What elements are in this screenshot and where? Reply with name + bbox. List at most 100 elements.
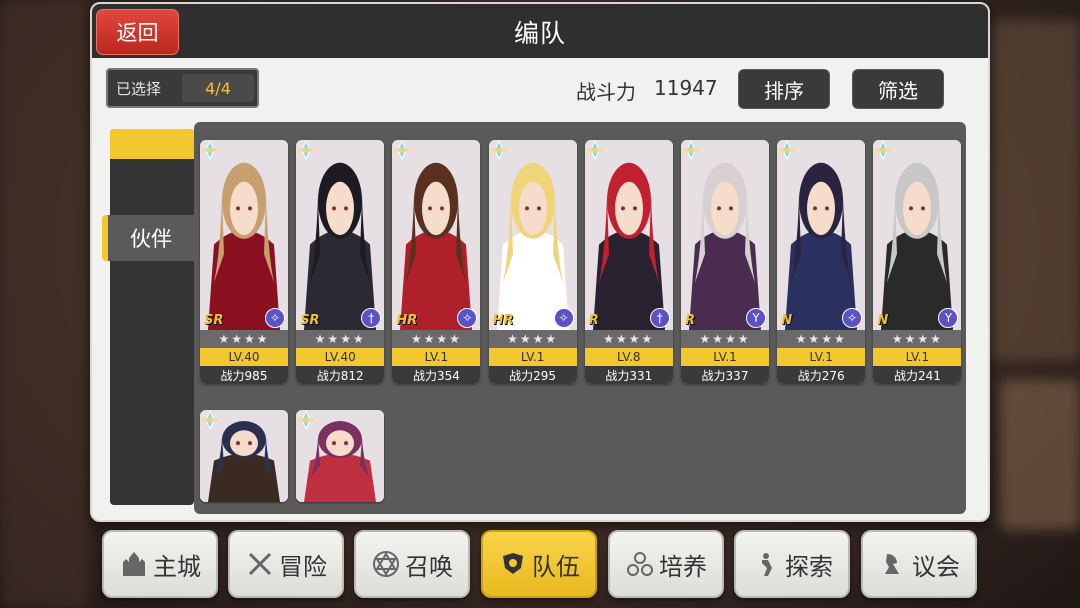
nav-council[interactable]: 议会	[861, 530, 977, 598]
character-portrait	[200, 410, 288, 502]
rarity-badge: N	[877, 313, 889, 328]
star-rating: ★★★★	[681, 330, 769, 348]
character-card[interactable]	[296, 410, 385, 502]
star-rating: ★★★★	[873, 330, 962, 348]
nav-label: 探索	[785, 552, 833, 581]
page-title: 编队	[513, 19, 566, 48]
level-label: LV.1	[681, 348, 769, 366]
nav-adventure[interactable]: 冒险	[228, 530, 344, 598]
character-grid: SR ✧ ★★★★ LV.40 战力985 SR † ★★★★ LV.40 战力…	[194, 122, 966, 514]
nav-label: 培养	[659, 552, 707, 581]
nav-label: 议会	[912, 552, 960, 581]
title-bar: 返回 编队	[92, 4, 988, 58]
character-portrait: SR ✧	[200, 140, 288, 330]
swords-icon	[245, 549, 275, 579]
character-card[interactable]: N Y ★★★★ LV.1 战力241	[873, 140, 962, 384]
category-rail: 伙伴	[102, 129, 194, 505]
power-label: 战力241	[873, 366, 962, 384]
character-card[interactable]: N ✧ ★★★★ LV.1 战力276	[777, 140, 866, 384]
character-card[interactable]: SR ✧ ★★★★ LV.40 战力985	[200, 140, 288, 384]
nav-team[interactable]: 队伍	[481, 530, 597, 598]
rarity-badge: HR	[396, 313, 418, 328]
element-icon	[297, 140, 316, 160]
character-portrait: HR ✧	[392, 140, 481, 330]
nav-main-city[interactable]: 主城	[102, 530, 218, 598]
character-card[interactable]: HR ✧ ★★★★ LV.1 战力295	[488, 140, 577, 384]
element-icon	[585, 140, 604, 160]
nav-summon[interactable]: 召唤	[354, 530, 470, 598]
team-power-label: 战斗力	[576, 80, 636, 104]
element-icon	[682, 140, 700, 160]
character-card[interactable]: R † ★★★★ LV.8 战力331	[584, 140, 673, 384]
character-card[interactable]	[200, 410, 288, 502]
sort-button[interactable]: 排序	[738, 69, 830, 109]
magic-icon: ✧	[553, 308, 574, 328]
level-label: LV.1	[873, 348, 962, 366]
character-portrait: HR ✧	[488, 140, 577, 330]
element-icon	[297, 410, 316, 430]
rarity-badge: SR	[204, 313, 224, 328]
character-portrait: N ✧	[777, 140, 866, 330]
level-label: LV.1	[777, 348, 866, 366]
element-icon	[874, 140, 893, 160]
power-label: 战力276	[777, 366, 866, 384]
character-portrait	[296, 410, 385, 502]
character-portrait: N Y	[873, 140, 962, 330]
element-icon	[201, 410, 219, 430]
nav-label: 队伍	[532, 552, 580, 581]
team-icon	[498, 549, 528, 579]
rarity-badge: HR	[492, 313, 514, 328]
hexagram-icon	[371, 549, 401, 579]
star-rating: ★★★★	[777, 330, 866, 348]
level-label: LV.40	[296, 348, 385, 366]
character-card[interactable]: HR ✧ ★★★★ LV.1 战力354	[392, 140, 481, 384]
star-rating: ★★★★	[584, 330, 673, 348]
team-panel: 返回 编队 已选择 4/4 战斗力 11947 排序 筛选 伙伴 SR ✧ ★★…	[90, 2, 990, 522]
rarity-badge: SR	[300, 313, 320, 328]
rarity-badge: N	[781, 313, 793, 328]
power-label: 战力337	[681, 366, 769, 384]
selected-value: 4/4	[182, 74, 254, 102]
power-label: 战力985	[200, 366, 288, 384]
nav-label: 主城	[153, 552, 201, 581]
nav-label: 冒险	[279, 552, 327, 581]
character-portrait: R †	[584, 140, 673, 330]
level-label: LV.8	[584, 348, 673, 366]
rarity-badge: R	[588, 313, 599, 328]
team-power-value: 11947	[654, 76, 718, 100]
element-icon	[201, 140, 219, 160]
element-icon	[489, 140, 508, 160]
bow-icon: Y	[746, 308, 766, 328]
power-label: 战力331	[584, 366, 673, 384]
magic-icon: ✧	[265, 308, 285, 328]
star-rating: ★★★★	[488, 330, 577, 348]
level-label: LV.1	[392, 348, 481, 366]
character-portrait: R Y	[681, 140, 769, 330]
power-label: 战力812	[296, 366, 385, 384]
explore-icon	[751, 549, 781, 579]
rarity-badge: R	[685, 313, 696, 328]
filter-button[interactable]: 筛选	[852, 69, 944, 109]
character-card[interactable]: R Y ★★★★ LV.1 战力337	[681, 140, 769, 384]
selected-count-box: 已选择 4/4	[106, 68, 259, 108]
nav-label: 召唤	[405, 552, 453, 581]
power-label: 战力295	[488, 366, 577, 384]
rail-accent	[110, 129, 194, 159]
selected-label: 已选择	[116, 79, 162, 98]
star-rating: ★★★★	[392, 330, 481, 348]
star-rating: ★★★★	[200, 330, 288, 348]
tab-partners[interactable]: 伙伴	[102, 215, 194, 261]
level-label: LV.1	[488, 348, 577, 366]
power-label: 战力354	[392, 366, 481, 384]
element-icon	[778, 140, 797, 160]
castle-icon	[119, 549, 149, 579]
nav-train[interactable]: 培养	[608, 530, 724, 598]
council-icon	[878, 549, 908, 579]
element-icon	[393, 140, 412, 160]
character-portrait: SR †	[296, 140, 385, 330]
triangle-circles-icon	[625, 549, 655, 579]
star-rating: ★★★★	[296, 330, 385, 348]
cross-icon: †	[649, 308, 670, 328]
nav-explore[interactable]: 探索	[734, 530, 850, 598]
character-card[interactable]: SR † ★★★★ LV.40 战力812	[296, 140, 385, 384]
